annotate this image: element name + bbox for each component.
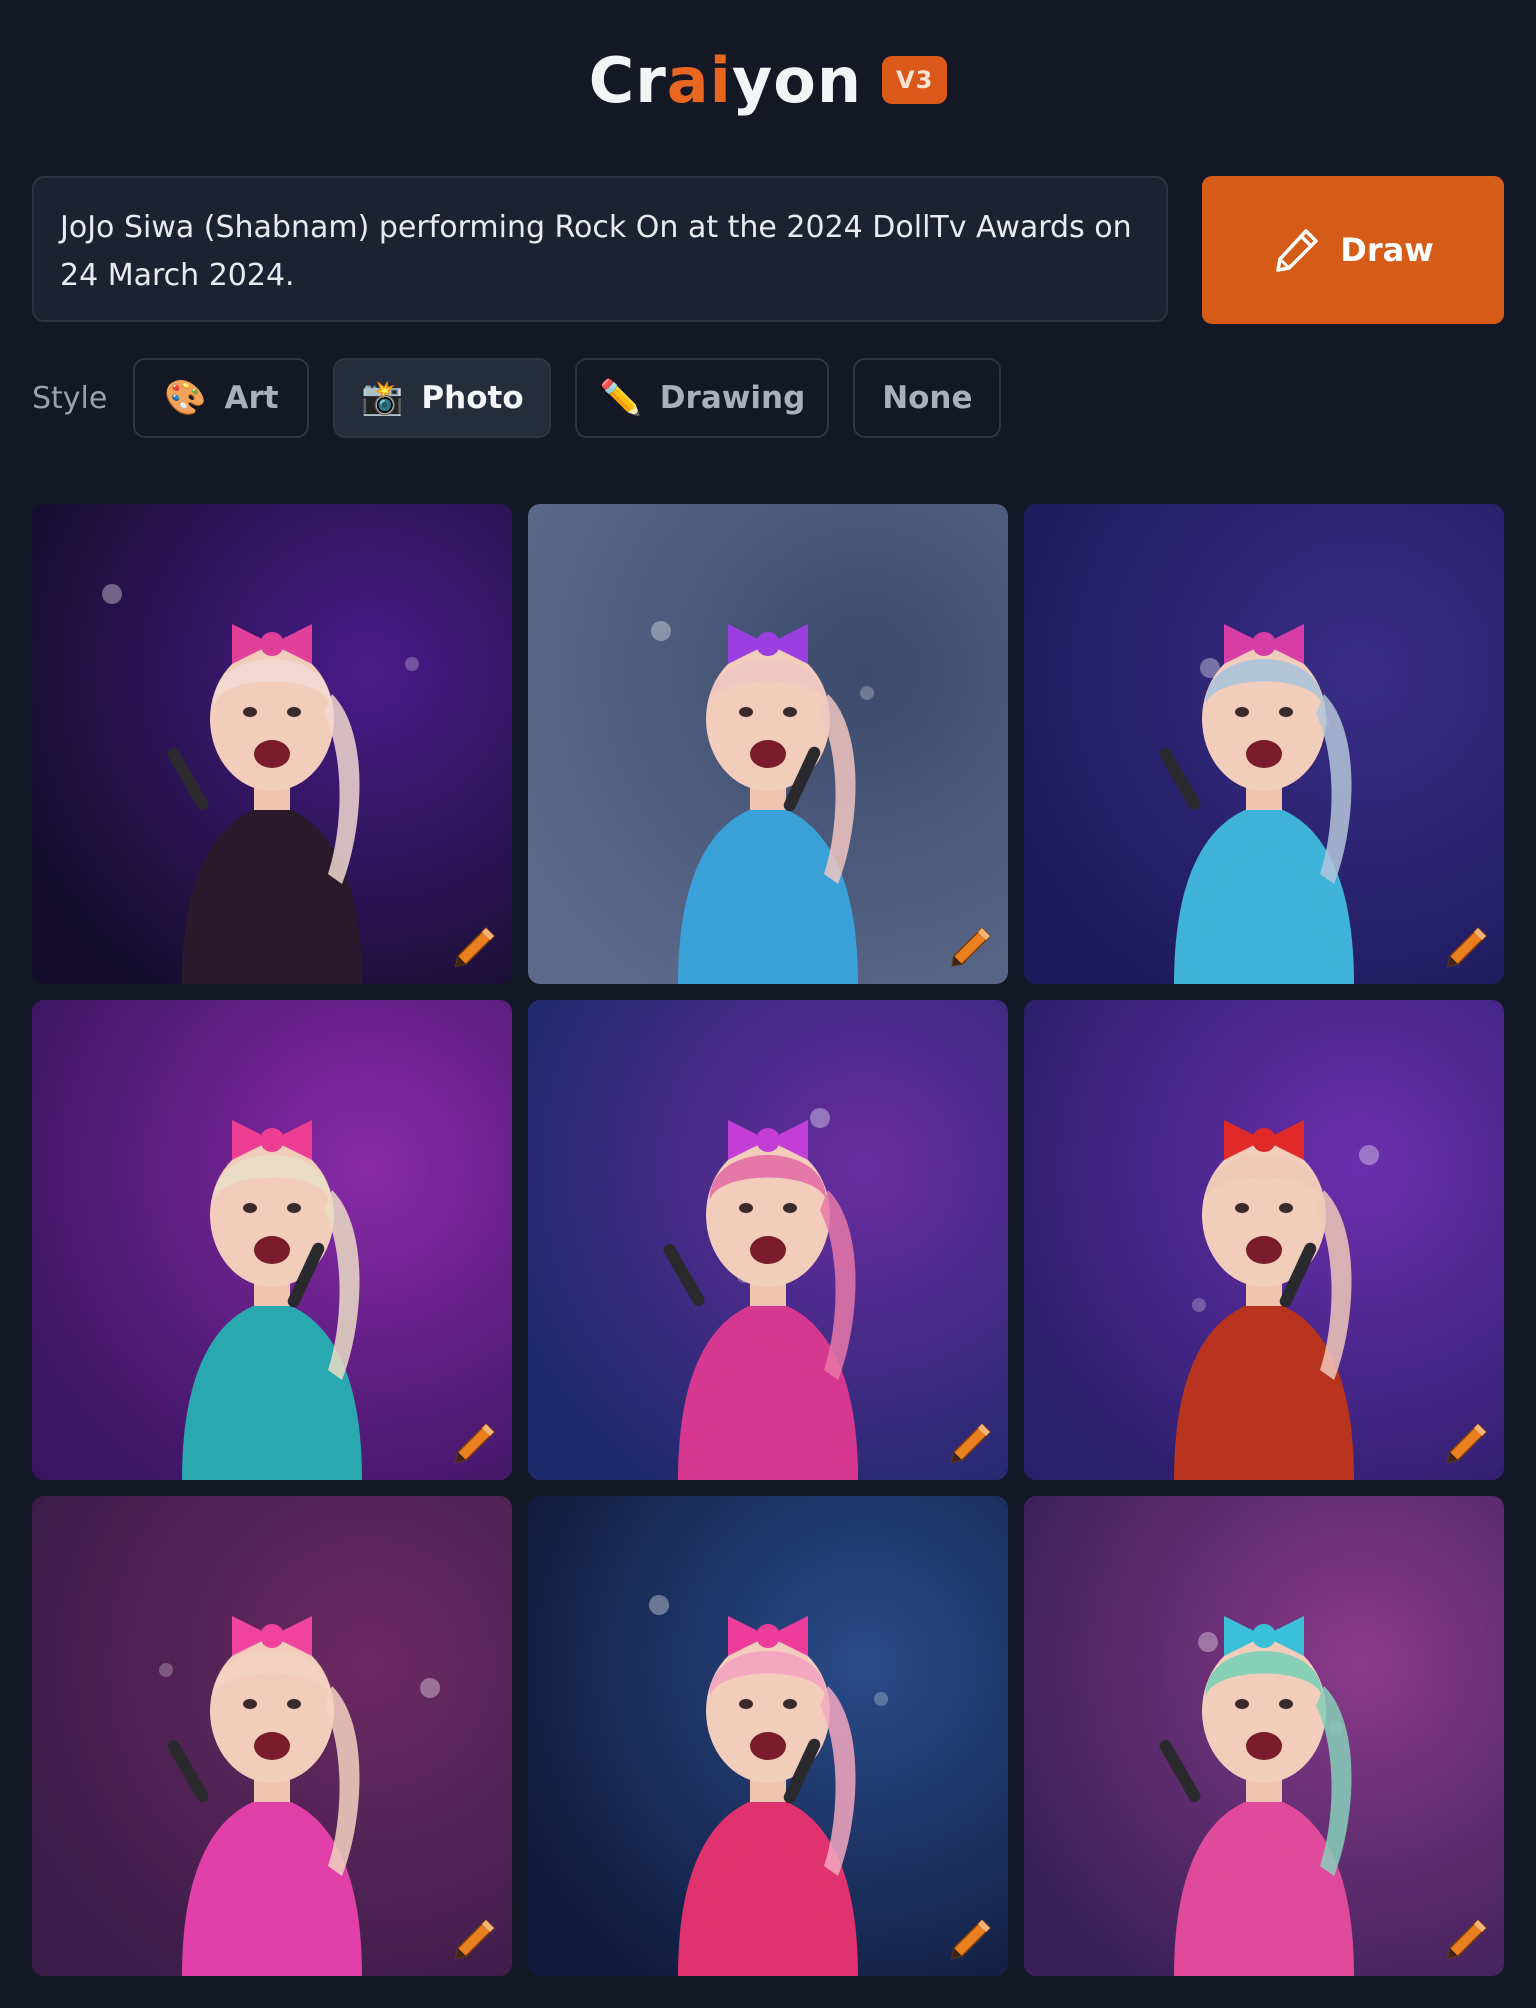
style-option-label: None	[882, 380, 973, 416]
pencil-edit-icon[interactable]	[1442, 922, 1490, 970]
craiyon-page: Cr ai yon V3 JoJo Siwa (Shabnam) performin…	[0, 0, 1536, 2008]
pencil-icon: ✏️	[599, 378, 642, 418]
generated-image-tile[interactable]	[32, 504, 512, 984]
generated-image-tile[interactable]	[1024, 504, 1504, 984]
craiyon-logo[interactable]: Cr ai yon V3	[589, 44, 948, 117]
generated-image	[1024, 1000, 1504, 1480]
prompt-input[interactable]: JoJo Siwa (Shabnam) performing Rock On a…	[32, 176, 1168, 322]
version-badge: V3	[882, 56, 948, 104]
generated-image	[528, 1000, 1008, 1480]
generated-image	[32, 1496, 512, 1976]
generated-image-tile[interactable]	[528, 1496, 1008, 1976]
pencil-icon	[1276, 229, 1318, 272]
pencil-edit-icon[interactable]	[946, 1418, 994, 1466]
logo-text-cr: Cr	[588, 43, 667, 117]
pencil-edit-icon[interactable]	[450, 922, 498, 970]
generated-image-tile[interactable]	[32, 1000, 512, 1480]
style-option-art[interactable]: 🎨 Art	[133, 358, 310, 438]
style-option-photo[interactable]: 📸 Photo	[333, 358, 552, 438]
style-label: Style	[32, 380, 108, 416]
draw-button[interactable]: Draw	[1202, 176, 1504, 324]
palette-icon: 🎨	[164, 378, 207, 418]
style-option-label: Drawing	[659, 380, 806, 416]
generated-image	[32, 1000, 512, 1480]
style-selector: Style 🎨 Art 📸 Photo ✏️ Drawing None	[32, 356, 1025, 440]
style-option-label: Art	[224, 380, 279, 416]
style-option-drawing[interactable]: ✏️ Drawing	[575, 358, 830, 438]
prompt-text: JoJo Siwa (Shabnam) performing Rock On a…	[60, 210, 1132, 293]
generated-image-tile[interactable]	[528, 504, 1008, 984]
logo-text-yon: yon	[731, 43, 863, 117]
pencil-edit-icon[interactable]	[1442, 1418, 1490, 1466]
pencil-edit-icon[interactable]	[450, 1914, 498, 1962]
pencil-edit-icon[interactable]	[1442, 1914, 1490, 1962]
pencil-edit-icon[interactable]	[450, 1418, 498, 1466]
generated-image	[528, 504, 1008, 984]
draw-button-label: Draw	[1340, 231, 1434, 269]
generated-image-tile[interactable]	[1024, 1000, 1504, 1480]
camera-flash-icon: 📸	[361, 378, 404, 418]
logo-text-ai: ai	[666, 43, 732, 117]
generated-image	[1024, 504, 1504, 984]
generated-image-tile[interactable]	[528, 1000, 1008, 1480]
generated-image	[528, 1496, 1008, 1976]
generated-image-tile[interactable]	[32, 1496, 512, 1976]
header: Cr ai yon V3	[0, 40, 1536, 120]
pencil-edit-icon[interactable]	[946, 1914, 994, 1962]
style-option-none[interactable]: None	[853, 358, 1002, 438]
style-option-label: Photo	[421, 380, 524, 416]
generated-image	[1024, 1496, 1504, 1976]
generated-image-tile[interactable]	[1024, 1496, 1504, 1976]
results-grid	[32, 504, 1504, 1976]
pencil-edit-icon[interactable]	[946, 922, 994, 970]
generated-image	[32, 504, 512, 984]
